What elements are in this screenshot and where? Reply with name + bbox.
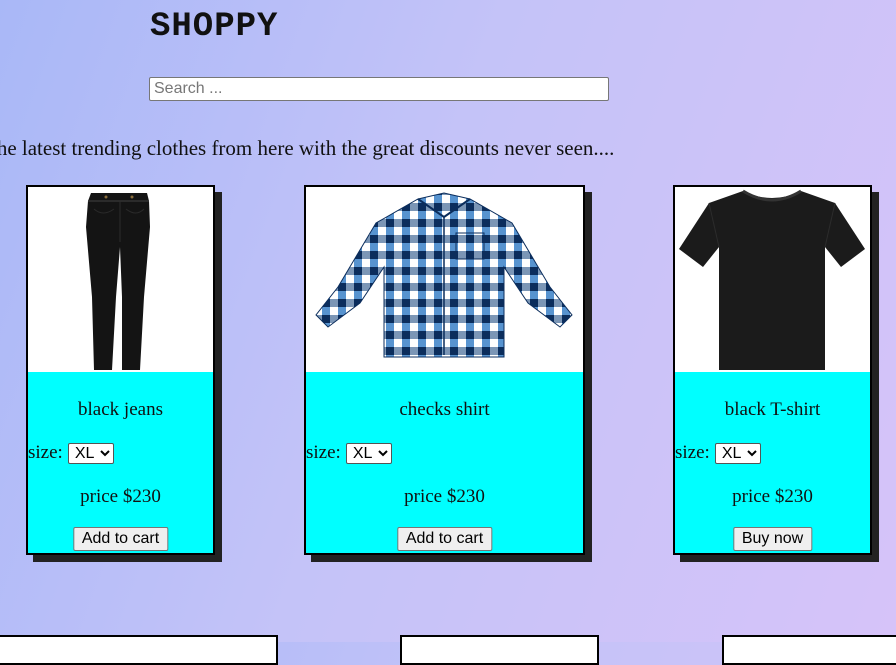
- size-select[interactable]: XL: [345, 442, 392, 464]
- search-input[interactable]: [149, 77, 609, 101]
- product-price: price $230: [404, 486, 485, 507]
- product-info: black T-shirt size: XL price $230 Buy no…: [675, 372, 870, 553]
- black-tshirt-image: [675, 187, 870, 372]
- size-label: size:: [675, 442, 710, 463]
- add-to-cart-button[interactable]: Add to cart: [396, 527, 493, 551]
- add-to-cart-button[interactable]: Add to cart: [72, 527, 169, 551]
- product-card: black T-shirt size: XL price $230 Buy no…: [673, 185, 872, 555]
- brand-logo: SHOPPY: [150, 8, 279, 46]
- product-card-partial: [400, 635, 599, 665]
- product-name: checks shirt: [399, 399, 490, 420]
- size-select[interactable]: XL: [67, 442, 114, 464]
- size-row: size: XL: [675, 442, 761, 464]
- product-price: price $230: [732, 486, 813, 507]
- product-name: black T-shirt: [724, 399, 821, 420]
- product-name: black jeans: [78, 399, 163, 420]
- size-label: size:: [306, 442, 341, 463]
- size-label: size:: [28, 442, 63, 463]
- product-info: checks shirt size: XL price $230 Add to …: [306, 372, 583, 553]
- size-row: size: XL: [306, 442, 392, 464]
- size-row: size: XL: [28, 442, 114, 464]
- product-price: price $230: [80, 486, 161, 507]
- product-info: black jeans size: XL price $230 Add to c…: [28, 372, 213, 553]
- product-card: black jeans size: XL price $230 Add to c…: [26, 185, 215, 555]
- product-card-partial: [722, 635, 896, 665]
- product-card-partial: [0, 635, 278, 665]
- product-card: checks shirt size: XL price $230 Add to …: [304, 185, 585, 555]
- buy-now-button[interactable]: Buy now: [732, 527, 813, 551]
- checks-shirt-image: [306, 187, 583, 372]
- black-jeans-image: [28, 187, 213, 372]
- tagline: the latest trending clothes from here wi…: [0, 136, 615, 160]
- size-select[interactable]: XL: [714, 442, 761, 464]
